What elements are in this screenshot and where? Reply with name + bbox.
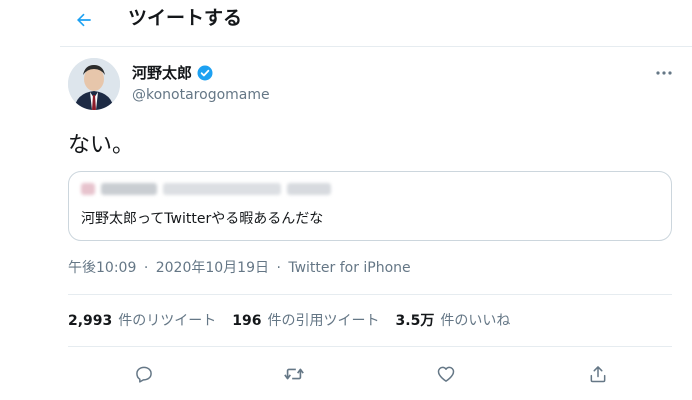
blurred-avatar xyxy=(81,183,95,195)
share-icon xyxy=(590,366,606,383)
user-name[interactable]: 河野太郎 xyxy=(132,63,192,83)
stats-divider-top xyxy=(68,294,672,295)
reply-button[interactable] xyxy=(132,362,156,386)
like-label: 件のいいね xyxy=(440,313,511,329)
stats-divider-bottom xyxy=(68,346,672,347)
tweet-date[interactable]: 2020年10月19日 xyxy=(156,259,269,277)
blurred-name xyxy=(101,183,157,195)
quote-count: 196 xyxy=(232,313,262,329)
page-title: ツイートする xyxy=(128,7,243,29)
retweets-stat[interactable]: 2,993 件のリツイート xyxy=(68,311,216,331)
reply-icon xyxy=(136,366,152,383)
quote-label: 件の引用ツイート xyxy=(267,313,380,329)
arrow-left-icon xyxy=(77,13,91,27)
like-icon xyxy=(437,366,455,382)
header-divider xyxy=(60,46,692,47)
more-options-button[interactable] xyxy=(652,66,676,80)
like-button[interactable] xyxy=(434,362,458,386)
quotes-stat[interactable]: 196 件の引用ツイート xyxy=(232,311,379,331)
tweet-timestamp: 午後10:09 · 2020年10月19日 · Twitter for iPho… xyxy=(68,259,411,277)
back-button[interactable] xyxy=(70,6,98,34)
tweet-text: ない。 xyxy=(68,133,135,158)
retweet-button[interactable] xyxy=(282,362,306,386)
tweet-time[interactable]: 午後10:09 xyxy=(68,259,136,277)
share-button[interactable] xyxy=(586,362,610,386)
tweet-actions xyxy=(68,362,672,386)
meta-separator: · xyxy=(143,260,149,276)
top-bar: ツイートする xyxy=(0,0,692,40)
likes-stat[interactable]: 3.5万 件のいいね xyxy=(396,311,511,331)
retweet-icon xyxy=(284,368,304,380)
quoted-tweet-text: 河野太郎ってTwitterやる暇あるんだな xyxy=(81,211,324,227)
retweet-count: 2,993 xyxy=(68,313,113,329)
meta-separator: · xyxy=(276,260,281,276)
more-dots-icon xyxy=(656,71,672,75)
blurred-handle xyxy=(163,183,281,195)
blurred-date xyxy=(287,183,331,195)
quoted-tweet-author-blurred xyxy=(81,183,331,195)
quoted-tweet-card[interactable]: 河野太郎ってTwitterやる暇あるんだな xyxy=(68,171,672,241)
tweet-source[interactable]: Twitter for iPhone xyxy=(288,259,410,277)
like-count: 3.5万 xyxy=(395,313,435,329)
author-name-row[interactable]: 河野太郎 xyxy=(132,63,214,83)
avatar[interactable] xyxy=(68,58,120,110)
verified-badge-icon xyxy=(196,64,214,82)
retweet-label: 件のリツイート xyxy=(118,313,217,329)
user-handle[interactable]: @konotarogomame xyxy=(132,86,270,104)
tweet-stats: 2,993 件のリツイート 196 件の引用ツイート 3.5万 件のいいね xyxy=(68,311,510,331)
